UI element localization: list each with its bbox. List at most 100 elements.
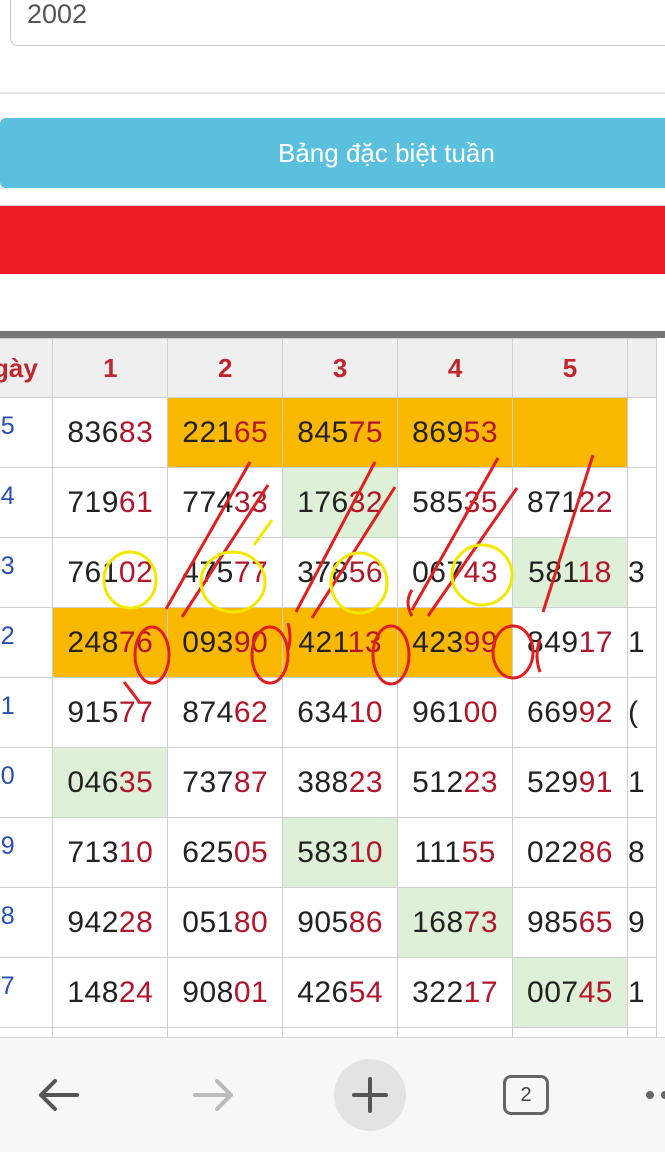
more-button[interactable]: [640, 1038, 665, 1152]
result-cell[interactable]: 05180: [167, 887, 284, 958]
result-prefix: 046: [67, 765, 119, 799]
tabs-button[interactable]: 2: [496, 1038, 556, 1152]
result-cell[interactable]: 94228: [52, 887, 169, 958]
result-prefix: 908: [182, 975, 234, 1009]
result-prefix: 322: [412, 975, 464, 1009]
result-cell[interactable]: 90801: [167, 957, 284, 1028]
result-cell[interactable]: 76102: [52, 537, 169, 608]
result-cell[interactable]: 06743: [397, 537, 514, 608]
result-last-two-digits: 65: [233, 415, 269, 449]
result-prefix: 176: [297, 485, 349, 519]
back-button[interactable]: [22, 1038, 92, 1152]
result-last-two-digits: 24: [118, 975, 154, 1009]
table-row: 02224876093904211342399849171: [0, 607, 658, 678]
result-cell[interactable]: 11155: [397, 817, 514, 888]
result-last-two-digits: 86: [348, 905, 384, 939]
row-date-label: 020: [0, 762, 15, 790]
result-last-two-digits: 54: [348, 975, 384, 1009]
result-prefix: 849: [527, 625, 579, 659]
result-cell[interactable]: 42654: [282, 957, 399, 1028]
result-cell[interactable]: 42113: [282, 607, 399, 678]
result-prefix: 388: [297, 765, 349, 799]
divider: [0, 92, 665, 94]
result-cell-partial: 3: [626, 537, 658, 608]
result-cell[interactable]: 42399: [397, 607, 514, 678]
result-cell[interactable]: 58535: [397, 467, 514, 538]
result-last-two-digits: 75: [348, 415, 384, 449]
result-cell[interactable]: 24876: [52, 607, 169, 678]
result-cell-partial: (: [626, 677, 658, 748]
result-last-two-digits: 43: [463, 555, 499, 589]
result-cell[interactable]: 71961: [52, 467, 169, 538]
result-cell[interactable]: 87462: [167, 677, 284, 748]
result-last-two-digits: 00: [463, 695, 499, 729]
year-input[interactable]: 2002: [10, 0, 665, 46]
result-cell[interactable]: 73787: [167, 747, 284, 818]
result-last-two-digits: 53: [463, 415, 499, 449]
result-cell[interactable]: 16873: [397, 887, 514, 958]
result-cell[interactable]: 58310: [282, 817, 399, 888]
result-cell[interactable]: [512, 397, 628, 468]
result-cell[interactable]: 17632: [282, 467, 399, 538]
result-cell[interactable]: 58118: [512, 537, 628, 608]
forward-button[interactable]: [180, 1038, 250, 1152]
header-col-5: 5: [512, 338, 628, 398]
result-prefix: 719: [67, 485, 119, 519]
result-last-two-digits: 17: [578, 625, 613, 659]
arrow-left-icon: [39, 1079, 79, 1111]
result-cell[interactable]: 00745: [512, 957, 628, 1028]
result-last-two-digits: 18: [577, 555, 612, 589]
result-last-two-digits: 90: [233, 625, 269, 659]
row-date: 023: [0, 537, 54, 608]
result-cell[interactable]: 91577: [52, 677, 169, 748]
result-last-two-digits: 99: [463, 625, 499, 659]
result-cell[interactable]: 90586: [282, 887, 399, 958]
result-cell[interactable]: 96100: [397, 677, 514, 748]
result-last-two-digits: 86: [578, 835, 613, 869]
result-cell[interactable]: 09390: [167, 607, 284, 678]
result-prefix: 871: [527, 485, 579, 519]
result-cell[interactable]: 47577: [167, 537, 284, 608]
header-col-2: 2: [167, 338, 284, 398]
result-cell[interactable]: 86953: [397, 397, 514, 468]
result-last-two-digits: 73: [463, 905, 499, 939]
result-cell[interactable]: 84575: [282, 397, 399, 468]
more-dots-icon: [646, 1091, 665, 1099]
result-prefix: 836: [67, 415, 119, 449]
result-cell[interactable]: 51223: [397, 747, 514, 818]
row-date: 025: [0, 397, 54, 468]
result-cell[interactable]: 22165: [167, 397, 284, 468]
header-col-6: [626, 338, 658, 398]
results-table-container[interactable]: gày 1 2 3 4 5 02583683221658457586953024…: [0, 331, 665, 1044]
row-date: 019: [0, 817, 54, 888]
result-last-two-digits: 17: [463, 975, 499, 1009]
table-row: 0219157787462634109610066992(: [0, 677, 658, 748]
row-date: 017: [0, 957, 54, 1028]
result-cell[interactable]: 52991: [512, 747, 628, 818]
result-cell[interactable]: 14824: [52, 957, 169, 1028]
result-cell[interactable]: 83683: [52, 397, 169, 468]
result-prefix: 022: [527, 835, 579, 869]
browser-bottom-toolbar: 2: [0, 1037, 665, 1152]
result-cell[interactable]: 04635: [52, 747, 169, 818]
year-input-value: 2002: [27, 0, 88, 29]
weekly-special-table-button[interactable]: Bảng đặc biệt tuần: [0, 118, 665, 188]
result-prefix: 961: [412, 695, 464, 729]
result-cell[interactable]: 37856: [282, 537, 399, 608]
result-cell[interactable]: 84917: [512, 607, 628, 678]
result-cell[interactable]: 66992: [512, 677, 628, 748]
result-cell-partial: [626, 467, 658, 538]
result-cell[interactable]: 71310: [52, 817, 169, 888]
result-cell[interactable]: 38823: [282, 747, 399, 818]
result-cell[interactable]: 98565: [512, 887, 628, 958]
result-cell[interactable]: 02286: [512, 817, 628, 888]
result-cell[interactable]: 87122: [512, 467, 628, 538]
result-prefix: 874: [182, 695, 234, 729]
result-cell[interactable]: 63410: [282, 677, 399, 748]
result-cell[interactable]: 77433: [167, 467, 284, 538]
result-prefix: 007: [527, 975, 579, 1009]
result-cell[interactable]: 62505: [167, 817, 284, 888]
new-tab-button[interactable]: [334, 1038, 406, 1152]
red-banner: [0, 205, 665, 274]
result-cell[interactable]: 32217: [397, 957, 514, 1028]
